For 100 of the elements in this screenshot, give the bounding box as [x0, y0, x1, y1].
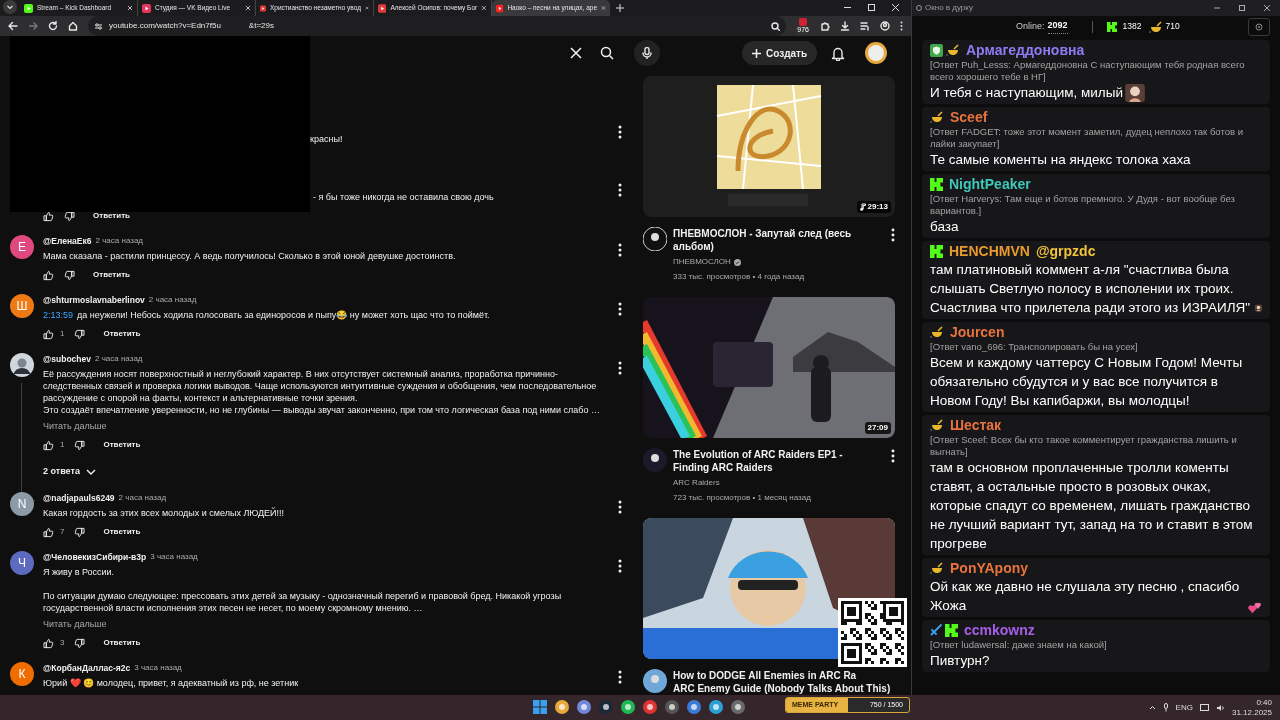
chat-username[interactable]: Армагеддоновна [966, 39, 1085, 61]
minimize-icon[interactable] [844, 4, 851, 11]
like-icon[interactable] [43, 328, 54, 340]
app-icon[interactable] [620, 699, 636, 715]
chat-username[interactable]: Jourcen [950, 321, 1005, 343]
more-icon[interactable] [618, 559, 622, 573]
like-icon[interactable] [43, 637, 54, 649]
like-icon[interactable] [43, 439, 54, 451]
chat-username[interactable]: Шестак [950, 414, 1002, 436]
channel-name[interactable]: ARC Raiders [673, 477, 720, 489]
maximize-icon[interactable] [1239, 5, 1245, 11]
reply-button[interactable]: Ответить [91, 210, 132, 222]
download-icon[interactable] [840, 21, 850, 31]
close-icon[interactable] [245, 5, 251, 11]
app-icon[interactable] [730, 699, 746, 715]
chat-username[interactable]: HENCHMVN [949, 240, 1030, 262]
forward-icon[interactable] [28, 21, 38, 31]
read-more-link[interactable]: Читать дальше [43, 420, 613, 432]
network-icon[interactable] [1199, 703, 1209, 712]
channel-avatar[interactable] [643, 669, 667, 693]
close-icon[interactable] [481, 5, 487, 11]
dislike-icon[interactable] [74, 439, 86, 451]
more-icon[interactable] [618, 183, 622, 197]
video-title[interactable]: How to DODGE All Enemies in ARC Ra [673, 669, 895, 682]
dislike-icon[interactable] [74, 637, 86, 649]
comment-time[interactable]: 2 часа назад [148, 294, 197, 306]
new-tab-icon[interactable] [616, 4, 624, 12]
address-bar[interactable]: youtube.com/watch?v=Edn7f5u &t=29s [88, 16, 787, 36]
clock-date[interactable]: 31.12.2025 [1231, 707, 1272, 718]
more-icon[interactable] [618, 302, 622, 316]
reply-button[interactable]: Ответить [101, 439, 143, 451]
chevron-up-icon[interactable] [1148, 705, 1156, 710]
like-icon[interactable] [43, 269, 54, 281]
bell-icon[interactable] [831, 45, 846, 61]
settings-button[interactable] [1248, 18, 1270, 36]
avatar-silhouette[interactable] [10, 353, 34, 377]
close-icon[interactable] [127, 5, 133, 11]
comment-author[interactable]: @ЕленаЕк6 [43, 234, 92, 248]
channel-name[interactable]: ПНЕВМОСЛОН [673, 256, 731, 268]
chat-username[interactable]: Sceef [950, 106, 988, 128]
comment-time[interactable]: 2 часа назад [94, 353, 143, 365]
language-indicator[interactable]: ENG [1175, 701, 1193, 714]
comment-time[interactable]: 2 часа назад [118, 492, 167, 504]
app-icon[interactable] [642, 699, 658, 715]
profile-avatar[interactable] [865, 42, 888, 64]
reload-icon[interactable] [48, 21, 58, 31]
avatar[interactable]: Е [10, 235, 34, 259]
app-icon[interactable] [708, 699, 724, 715]
start-icon[interactable] [532, 699, 548, 715]
comment-author[interactable]: @shturmoslavnaberlinov [43, 293, 145, 307]
tab-list-icon[interactable] [3, 0, 17, 14]
more-icon[interactable] [618, 500, 622, 514]
comment-time[interactable]: 2 часа назад [95, 235, 144, 247]
comment-author[interactable]: @nadjapauls6249 [43, 491, 115, 505]
comment-author[interactable]: @КорбанДаллас-я2с [43, 661, 131, 675]
chat-username[interactable]: PonYApony [950, 557, 1029, 579]
playlist-icon[interactable] [860, 21, 870, 31]
reply-button[interactable]: Ответить [101, 637, 143, 649]
search-icon[interactable] [600, 46, 614, 60]
close-icon[interactable] [1264, 5, 1270, 11]
comment-time[interactable]: 3 часа назад [150, 551, 198, 563]
site-info-icon[interactable] [94, 21, 103, 31]
more-icon[interactable] [618, 125, 622, 139]
video-title[interactable]: ARC Enemy Guide (Nobody Talks About This) [673, 682, 895, 695]
microphone-icon[interactable] [1162, 703, 1169, 712]
clear-search-icon[interactable] [570, 47, 582, 59]
mention[interactable]: @grpzdc [1035, 240, 1096, 262]
comment-author[interactable]: @ЧеловекизСибири-в3р [43, 550, 147, 564]
dislike-icon[interactable] [74, 526, 86, 538]
voice-search-button[interactable] [634, 40, 660, 66]
profile-icon[interactable] [880, 21, 890, 31]
back-icon[interactable] [8, 21, 18, 31]
app-icon[interactable] [686, 699, 702, 715]
timestamp-link[interactable]: 2:13:59 [43, 309, 74, 321]
reply-button[interactable]: Ответить [91, 269, 132, 281]
show-replies-button[interactable]: 2 ответа [43, 462, 96, 482]
comment-author[interactable]: @subochev [43, 352, 91, 366]
reply-button[interactable]: Ответить [101, 526, 143, 538]
home-icon[interactable] [68, 21, 78, 31]
app-icon[interactable] [576, 699, 592, 715]
channel-avatar[interactable] [643, 227, 667, 251]
zoom-icon[interactable] [771, 21, 781, 31]
chat-username[interactable]: ccmkownz [964, 619, 1035, 641]
volume-icon[interactable] [1215, 703, 1225, 712]
like-icon[interactable] [43, 526, 54, 538]
app-icon[interactable] [664, 699, 680, 715]
video-title[interactable]: The Evolution of ARC Raiders EP1 - Finding ARC Raiders [673, 448, 872, 474]
channel-avatar[interactable] [643, 448, 667, 472]
dislike-icon[interactable] [74, 328, 86, 340]
menu-icon[interactable] [900, 21, 903, 31]
more-icon[interactable] [891, 449, 895, 463]
clock-time[interactable]: 0:40 [1256, 697, 1272, 708]
more-icon[interactable] [618, 361, 622, 375]
dislike-icon[interactable] [64, 210, 75, 222]
app-icon[interactable] [554, 699, 570, 715]
app-icon[interactable] [598, 699, 614, 715]
dislike-icon[interactable] [64, 269, 75, 281]
comment-time[interactable]: 3 часа назад [134, 662, 182, 674]
avatar[interactable]: Ч [10, 551, 34, 575]
reply-button[interactable]: Ответить [101, 328, 143, 340]
